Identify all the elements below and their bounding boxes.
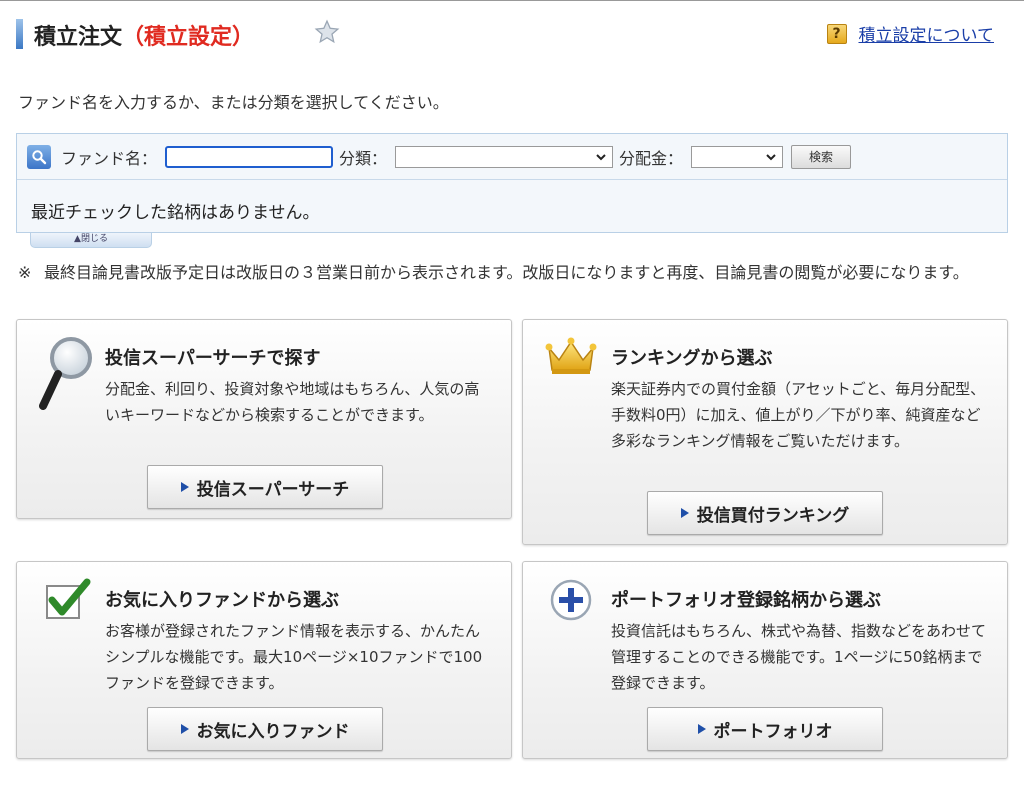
notice: ※ 最終目論見書改版予定日は改版日の３営業日前から表示されます。改版日になります… (18, 259, 1008, 286)
portfolio-button[interactable]: ポートフォリオ (647, 707, 883, 751)
close-panel-tab[interactable]: ▲閉じる (30, 233, 152, 248)
arrow-right-icon (697, 724, 706, 734)
help-icon: ? (826, 23, 847, 44)
arrow-right-icon (180, 724, 189, 734)
category-label: 分類： (339, 148, 388, 168)
card-favorites: お気に入りファンドから選ぶ お客様が登録されたファンド情報を表示する、かんたんシ… (16, 561, 512, 759)
page-title-sub: （積立設定） (122, 25, 255, 50)
crown-icon (545, 337, 597, 374)
card-super-search: 投信スーパーサーチで探す 分配金、利回り、投資対象や地域はもちろん、人気の高いキ… (16, 319, 512, 519)
button-label: 投信買付ランキング (696, 505, 850, 526)
dividend-label: 分配金： (619, 148, 684, 168)
fund-name-input[interactable] (165, 145, 334, 168)
ranking-button[interactable]: 投信買付ランキング (647, 491, 883, 535)
button-label: 投信スーパーサーチ (196, 479, 350, 500)
button-label: ポートフォリオ (713, 721, 833, 742)
search-icon (27, 144, 51, 169)
card-title: お気に入りファンドから選ぶ (105, 590, 339, 611)
super-search-button[interactable]: 投信スーパーサーチ (147, 465, 383, 509)
arrow-right-icon (180, 482, 189, 492)
card-title: ポートフォリオ登録銘柄から選ぶ (611, 590, 881, 611)
card-ranking: ランキングから選ぶ 楽天証券内での買付金額（アセットごと、毎月分配型、手数料0円… (522, 319, 1008, 545)
search-button[interactable]: 検索 (791, 144, 852, 169)
category-select[interactable] (395, 145, 614, 168)
arrow-right-icon (680, 508, 689, 518)
card-description: お客様が登録されたファンド情報を表示する、かんたんシンプルな機能です。最大10ペ… (105, 622, 483, 692)
checkbox-icon (46, 578, 91, 619)
fund-name-label: ファンド名： (61, 148, 158, 168)
button-label: お気に入りファンド (196, 721, 350, 742)
chevron-down-icon (596, 153, 606, 160)
page-title: 積立注文（積立設定） (34, 19, 254, 51)
card-description: 分配金、利回り、投資対象や地域はもちろん、人気の高いキーワードなどから検索するこ… (105, 380, 480, 424)
page-title-main: 積立注文 (34, 25, 123, 50)
instruction-text: ファンド名を入力するか、または分類を選択してください。 (18, 93, 449, 112)
card-description: 楽天証券内での買付金額（アセットごと、毎月分配型、手数料0円）に加え、値上がり／… (611, 380, 986, 450)
card-description: 投資信託はもちろん、株式や為替、指数などをあわせて管理することのできる機能です。… (611, 622, 987, 692)
help-link-group: ? 積立設定について (826, 21, 995, 46)
card-title: ランキングから選ぶ (611, 348, 773, 369)
star-icon[interactable] (314, 19, 340, 45)
dividend-select[interactable] (691, 145, 784, 168)
search-panel: ファンド名： 分類： 分配金： 検索 最近チェックした銘柄はありません。 (16, 133, 1008, 233)
help-link[interactable]: 積立設定について (859, 21, 995, 46)
chevron-down-icon (766, 153, 776, 160)
recent-check-message: 最近チェックした銘柄はありません。 (31, 203, 320, 223)
card-portfolio: ポートフォリオ登録銘柄から選ぶ 投資信託はもちろん、株式や為替、指数などをあわせ… (522, 561, 1008, 759)
favorites-button[interactable]: お気に入りファンド (147, 707, 383, 751)
search-row: ファンド名： 分類： 分配金： 検索 (17, 134, 1007, 180)
notice-mark: ※ (18, 263, 32, 282)
title-accent-bar (16, 19, 23, 49)
page-header: 積立注文（積立設定） ? 積立設定について (16, 15, 1012, 53)
notice-text: 最終目論見書改版予定日は改版日の３営業日前から表示されます。改版日になりますと再… (44, 263, 969, 282)
magnifier-icon (39, 337, 92, 410)
plus-circle-icon (550, 579, 592, 621)
card-title: 投信スーパーサーチで探す (105, 348, 321, 369)
